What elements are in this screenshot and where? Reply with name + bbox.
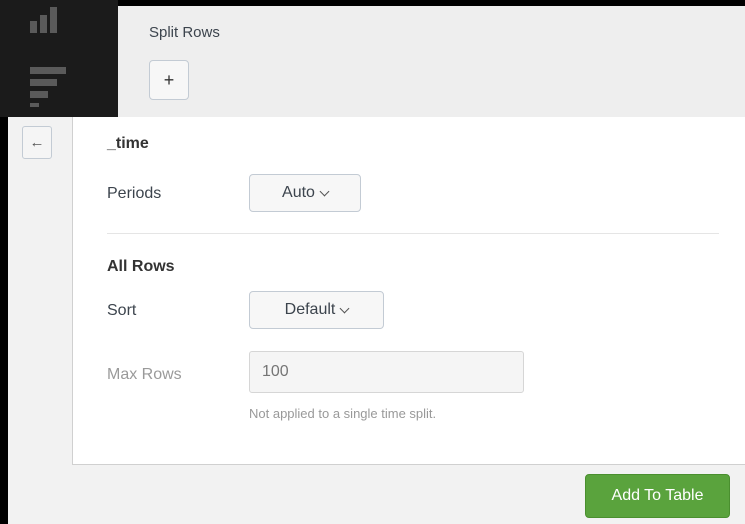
back-button[interactable]: ←: [22, 126, 52, 159]
sort-value: Default: [284, 301, 336, 318]
section-divider: [107, 233, 719, 234]
max-rows-label: Max Rows: [107, 366, 182, 383]
list-icon[interactable]: [30, 67, 66, 107]
split-rows-header: Split Rows +: [118, 6, 745, 117]
sort-label: Sort: [107, 302, 137, 319]
all-rows-section-title: All Rows: [107, 258, 175, 275]
split-config-panel: ← _time Periods Auto All Rows Sort Defau…: [8, 117, 745, 524]
arrow-left-icon: ←: [29, 134, 45, 151]
add-to-table-button[interactable]: Add To Table: [585, 474, 730, 518]
split-config-form: _time Periods Auto All Rows Sort Default…: [72, 117, 745, 465]
max-rows-input[interactable]: [249, 351, 524, 393]
periods-dropdown[interactable]: Auto: [249, 174, 361, 212]
periods-label: Periods: [107, 185, 162, 202]
field-section-title: _time: [107, 135, 149, 152]
chevron-down-icon: [319, 186, 330, 196]
app-frame: Split Rows + ← _time Periods Auto All Ro…: [0, 0, 745, 524]
left-nav-rail: [0, 0, 118, 117]
max-rows-help-text: Not applied to a single time split.: [249, 406, 437, 421]
chevron-down-icon: [339, 303, 350, 313]
plus-icon: +: [163, 69, 175, 90]
add-split-button[interactable]: +: [149, 60, 189, 100]
periods-value: Auto: [282, 184, 315, 201]
split-rows-label: Split Rows: [149, 24, 220, 41]
bar-chart-icon[interactable]: [30, 7, 66, 33]
sort-dropdown[interactable]: Default: [249, 291, 384, 329]
